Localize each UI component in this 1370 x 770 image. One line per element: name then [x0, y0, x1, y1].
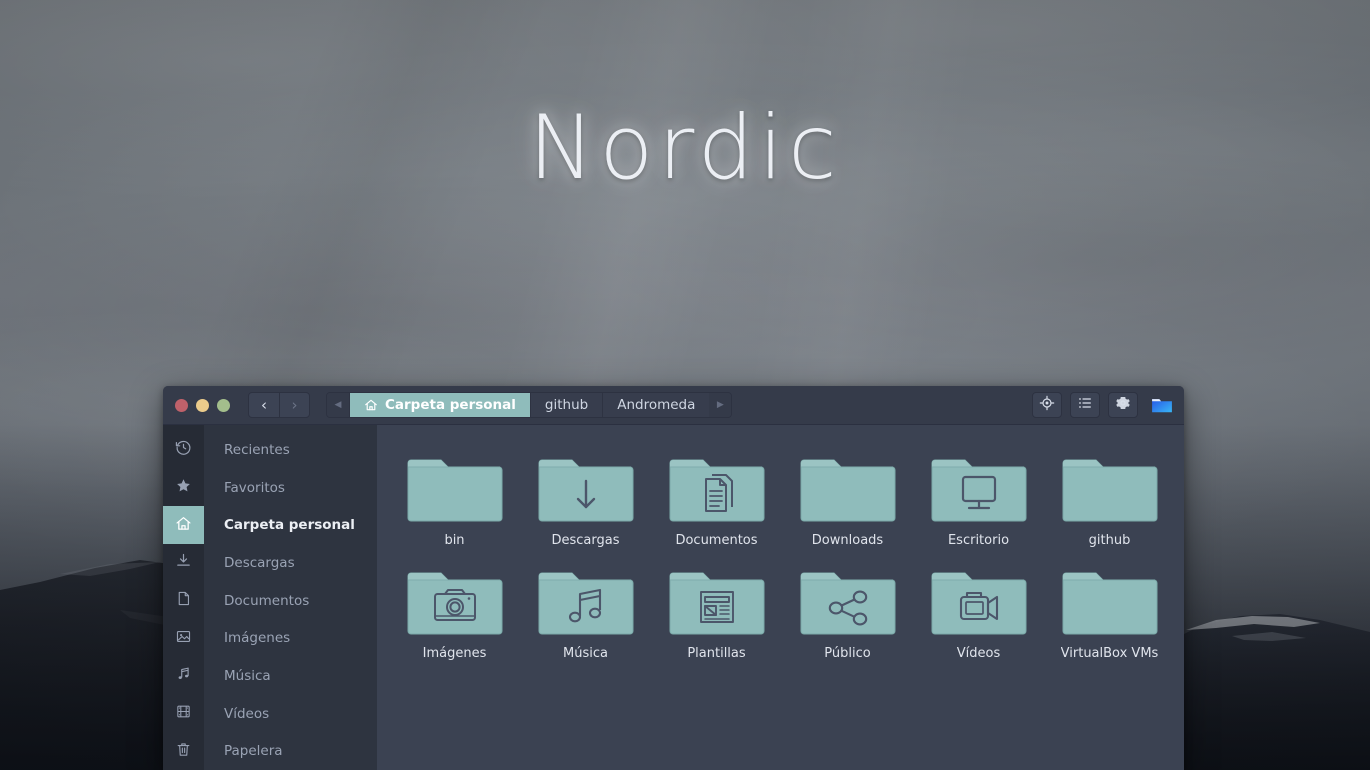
clock-history-icon	[175, 439, 192, 460]
trash-icon	[175, 741, 192, 762]
folder-videos-icon	[931, 564, 1027, 640]
sidebar-label-musica[interactable]: Música	[204, 657, 377, 695]
file-manager-window[interactable]: ‹ › ◀ Carpeta personal github Andromeda …	[163, 386, 1184, 770]
sidebar-item-carpeta-personal[interactable]	[163, 506, 204, 545]
file-item[interactable]: bin	[389, 447, 520, 554]
file-label: Público	[824, 646, 871, 661]
folder-pictures-icon	[407, 564, 503, 640]
folder-documents-icon	[669, 451, 765, 527]
file-item[interactable]: Vídeos	[913, 560, 1044, 667]
file-item[interactable]: Público	[782, 560, 913, 667]
music-note-icon	[175, 665, 192, 686]
file-label: Plantillas	[687, 646, 746, 661]
breadcrumb-item-github[interactable]: github	[529, 393, 603, 417]
sidebar-item-descargas[interactable]	[163, 544, 204, 582]
folder-plain-icon	[1062, 451, 1158, 527]
sidebar-label-recientes[interactable]: Recientes	[204, 431, 377, 469]
sidebar: Recientes Favoritos Carpeta personal Des…	[163, 425, 377, 770]
navigation-buttons: ‹ ›	[248, 392, 310, 418]
breadcrumb-item-label: github	[544, 397, 589, 413]
file-item[interactable]: Descargas	[520, 447, 651, 554]
minimize-window-button[interactable]	[196, 398, 209, 412]
document-icon	[175, 590, 192, 611]
file-label: Imágenes	[422, 646, 487, 661]
folder-plain-icon	[800, 451, 896, 527]
sidebar-item-imagenes[interactable]	[163, 619, 204, 657]
file-content-area[interactable]: bin Descargas Documentos Downloads Escri…	[377, 425, 1184, 770]
location-target-icon	[1039, 395, 1055, 415]
file-item[interactable]: Escritorio	[913, 447, 1044, 554]
file-manager-app-icon[interactable]	[1150, 395, 1174, 415]
breadcrumb-item-andromeda[interactable]: Andromeda	[602, 393, 710, 417]
file-item[interactable]: Plantillas	[651, 560, 782, 667]
file-label: Downloads	[811, 533, 884, 548]
forward-button[interactable]: ›	[279, 393, 309, 417]
breadcrumb: ◀ Carpeta personal github Andromeda ▶	[326, 392, 733, 418]
desktop[interactable]: Nordic ‹ › ◀ Carpeta personal github And…	[0, 0, 1370, 770]
file-item[interactable]: github	[1044, 447, 1175, 554]
sidebar-item-papelera[interactable]	[163, 732, 204, 770]
file-item[interactable]: Documentos	[651, 447, 782, 554]
view-list-button[interactable]	[1070, 392, 1100, 418]
breadcrumb-item-carpeta-personal[interactable]: Carpeta personal	[349, 393, 530, 417]
image-icon	[175, 628, 192, 649]
sidebar-item-videos[interactable]	[163, 695, 204, 733]
icon-grid: bin Descargas Documentos Downloads Escri…	[377, 447, 1184, 667]
sidebar-label-imagenes[interactable]: Imágenes	[204, 619, 377, 657]
location-target-button[interactable]	[1032, 392, 1062, 418]
file-label: Descargas	[551, 533, 620, 548]
folder-desktop-icon	[931, 451, 1027, 527]
sidebar-place-list: Recientes Favoritos Carpeta personal Des…	[204, 425, 377, 770]
file-label: Documentos	[675, 533, 758, 548]
back-button[interactable]: ‹	[249, 393, 279, 417]
folder-download-icon	[538, 451, 634, 527]
file-label: VirtualBox VMs	[1060, 646, 1159, 661]
download-icon	[175, 552, 192, 573]
breadcrumb-item-label: Carpeta personal	[385, 397, 516, 413]
folder-music-icon	[538, 564, 634, 640]
settings-button[interactable]	[1108, 392, 1138, 418]
star-icon	[175, 477, 192, 498]
sidebar-label-videos[interactable]: Vídeos	[204, 695, 377, 733]
headerbar-toolbar	[1032, 392, 1174, 418]
sidebar-item-documentos[interactable]	[163, 582, 204, 620]
window-headerbar: ‹ › ◀ Carpeta personal github Andromeda …	[163, 386, 1184, 425]
folder-plain-icon	[1062, 564, 1158, 640]
list-view-icon	[1077, 395, 1093, 415]
folder-plain-icon	[407, 451, 503, 527]
file-label: bin	[444, 533, 465, 548]
breadcrumb-scroll-left-icon[interactable]: ◀	[327, 393, 349, 417]
file-label: Vídeos	[956, 646, 1001, 661]
home-icon	[175, 515, 192, 536]
sidebar-item-favoritos[interactable]	[163, 469, 204, 507]
file-label: github	[1088, 533, 1131, 548]
gear-icon	[1115, 395, 1131, 415]
sidebar-label-descargas[interactable]: Descargas	[204, 544, 377, 582]
sidebar-label-documentos[interactable]: Documentos	[204, 582, 377, 620]
sidebar-label-papelera[interactable]: Papelera	[204, 732, 377, 770]
sidebar-icon-rail	[163, 425, 204, 770]
file-item[interactable]: VirtualBox VMs	[1044, 560, 1175, 667]
sidebar-label-favoritos[interactable]: Favoritos	[204, 469, 377, 507]
breadcrumb-item-label: Andromeda	[617, 397, 696, 413]
home-icon	[364, 398, 378, 412]
sidebar-item-recientes[interactable]	[163, 431, 204, 469]
file-item[interactable]: Música	[520, 560, 651, 667]
file-label: Música	[563, 646, 608, 661]
maximize-window-button[interactable]	[217, 398, 230, 412]
folder-templates-icon	[669, 564, 765, 640]
window-control-buttons	[175, 398, 230, 412]
sidebar-label-carpeta-personal[interactable]: Carpeta personal	[204, 506, 377, 544]
film-icon	[175, 703, 192, 724]
sidebar-item-musica[interactable]	[163, 657, 204, 695]
folder-public-icon	[800, 564, 896, 640]
file-item[interactable]: Imágenes	[389, 560, 520, 667]
file-label: Escritorio	[947, 533, 1010, 548]
close-window-button[interactable]	[175, 398, 188, 412]
wallpaper-wordmark: Nordic	[528, 96, 842, 199]
window-body: Recientes Favoritos Carpeta personal Des…	[163, 425, 1184, 770]
breadcrumb-scroll-right-icon[interactable]: ▶	[709, 393, 732, 417]
file-item[interactable]: Downloads	[782, 447, 913, 554]
